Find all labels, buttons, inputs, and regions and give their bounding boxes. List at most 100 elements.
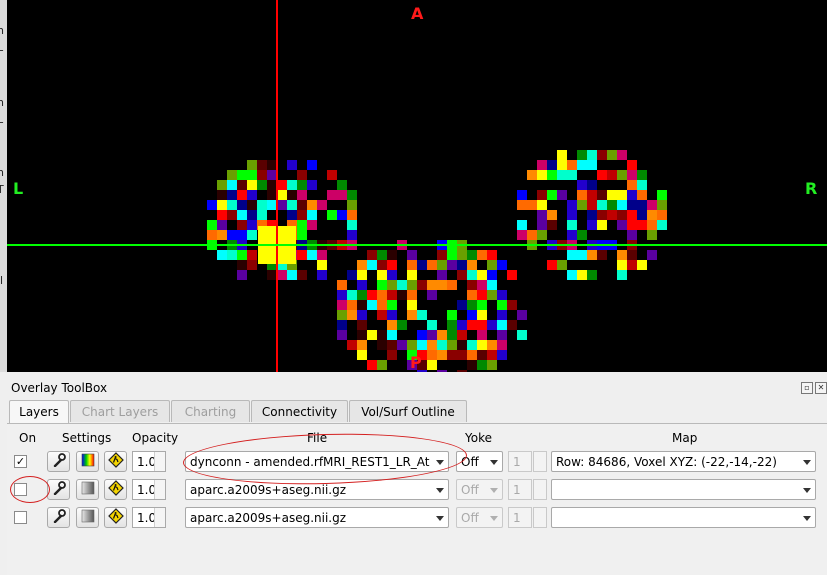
voxel [437,330,447,340]
voxel [417,340,427,350]
voxel [287,180,297,190]
map-index-spinbox[interactable]: 1 [508,451,532,472]
voxel [467,350,477,360]
map-select[interactable] [551,479,816,500]
voxel [587,190,597,200]
construction-button[interactable] [104,479,127,500]
voxel [477,350,487,360]
voxel [497,260,507,270]
tab-chart-layers[interactable]: Chart Layers [70,400,170,422]
voxel [497,330,507,340]
voxel [427,290,437,300]
voxel [617,210,627,220]
spin-arrows-icon[interactable] [154,508,165,527]
layer-on-checkbox[interactable]: ✓ [14,455,27,468]
voxel [257,180,267,190]
voxel [397,340,407,350]
voxel [537,210,547,220]
voxel [237,170,247,180]
voxel [267,200,277,210]
column-header-on: On [19,431,37,445]
yoke-select[interactable]: Off [456,451,503,472]
voxel [457,340,467,350]
file-select[interactable]: dynconn - amended.rfMRI_REST1_LR_At [185,451,449,472]
voxel [357,310,367,320]
yoke-select[interactable]: Off [456,507,503,528]
map-index-spinbox[interactable]: 1 [508,507,532,528]
opacity-spinbox[interactable]: 1.0 [132,507,166,528]
voxel [327,170,337,180]
map-index-arrows[interactable] [533,507,547,528]
construction-button[interactable] [104,507,127,528]
voxel [207,220,217,230]
tab-connectivity[interactable]: Connectivity [251,400,348,422]
voxel [427,320,437,330]
brain-slice-image[interactable] [7,0,827,372]
voxel [457,260,467,270]
voxel [377,310,387,320]
voxel [257,160,267,170]
file-select[interactable]: aparc.a2009s+aseg.nii.gz [185,479,449,500]
volume-viewer[interactable]: A L R P [7,0,827,372]
map-select[interactable] [551,507,816,528]
restore-icon[interactable]: ▫ [801,382,813,394]
layer-settings-button[interactable] [47,479,70,500]
voxel [307,220,317,230]
voxel [377,330,387,340]
voxel [537,170,547,180]
voxel [277,190,287,200]
voxel [517,200,527,210]
voxel [557,190,567,200]
spin-arrows-icon[interactable] [154,452,165,471]
color-bar-button[interactable] [76,451,99,472]
voxel [427,350,437,360]
file-select[interactable]: aparc.a2009s+aseg.nii.gz [185,507,449,528]
voxel [277,180,287,190]
column-header-opacity: Opacity [132,431,179,445]
yoke-select[interactable]: Off [456,479,503,500]
voxel [607,150,617,160]
voxel [297,200,307,210]
tab-layers[interactable]: Layers [9,400,69,424]
chevron-down-icon [490,460,498,465]
voxel [517,310,527,320]
layer-settings-button[interactable] [47,451,70,472]
tab-charting[interactable]: Charting [171,400,250,422]
tab-vol-surf-outline[interactable]: Vol/Surf Outline [349,400,467,422]
chevron-down-icon [436,488,444,493]
layer-on-checkbox[interactable] [14,483,27,496]
voxel [387,330,397,340]
voxel [597,210,607,220]
color-bar-button[interactable] [76,479,99,500]
close-icon[interactable]: ✕ [815,382,827,394]
voxel [457,270,467,280]
voxel [367,260,377,270]
layer-on-checkbox[interactable] [14,511,27,524]
voxel [607,170,617,180]
opacity-spinbox[interactable]: 1.0 [132,451,166,472]
map-index-spinbox[interactable]: 1 [508,479,532,500]
voxel [577,180,587,190]
construction-button[interactable] [104,451,127,472]
voxel [337,300,347,310]
voxel [517,230,527,240]
color-bar-button[interactable] [76,507,99,528]
voxel [427,360,437,370]
voxel [337,290,347,300]
voxel [587,180,597,190]
voxel [457,350,467,360]
voxel [237,200,247,210]
spin-arrows-icon[interactable] [154,480,165,499]
map-select[interactable]: Row: 84686, Voxel XYZ: (-22,-14,-22) [551,451,816,472]
voxel [377,260,387,270]
layer-settings-button[interactable] [47,507,70,528]
map-index-arrows[interactable] [533,479,547,500]
voxel [487,340,497,350]
voxel [267,180,277,190]
voxel [387,270,397,280]
opacity-spinbox[interactable]: 1.0 [132,479,166,500]
voxel [237,270,247,280]
voxel [217,190,227,200]
voxel [577,200,587,210]
map-index-arrows[interactable] [533,451,547,472]
